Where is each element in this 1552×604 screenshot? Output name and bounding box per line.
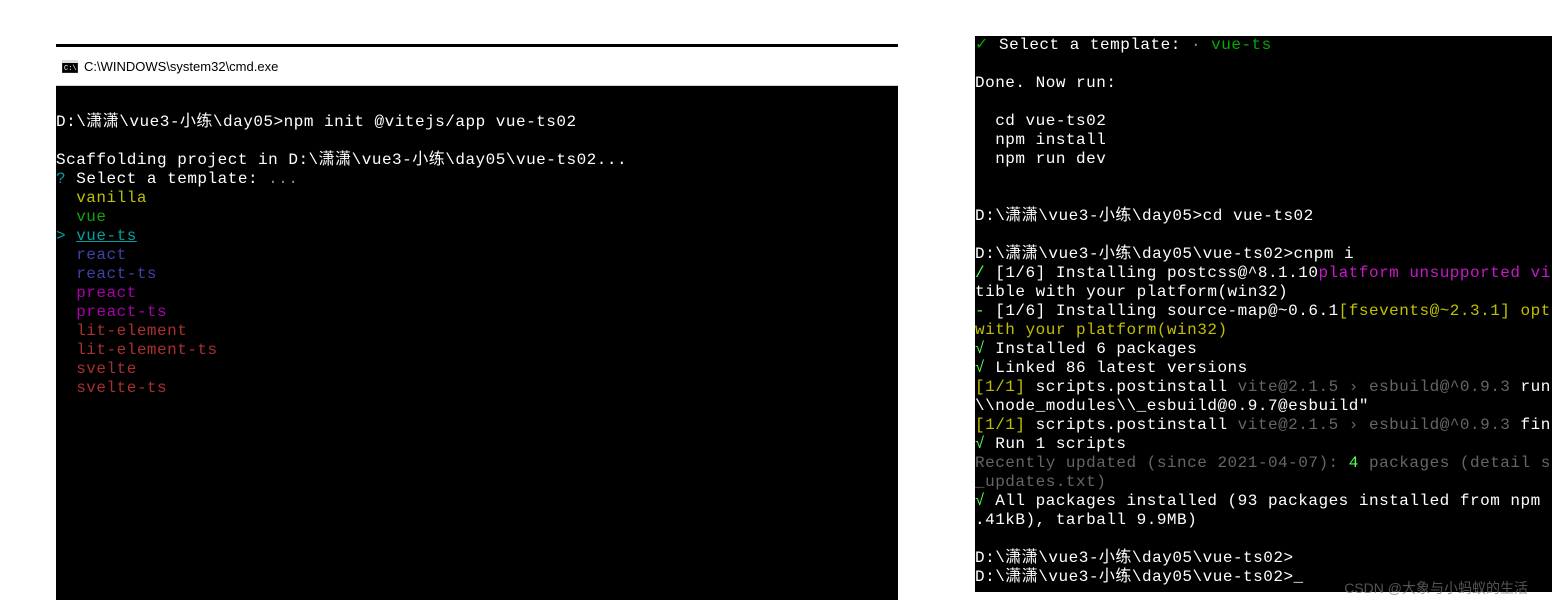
prompt3-cmd: cnpm i [1294,245,1355,263]
script-run1: run [1510,378,1550,396]
option-preact-ts[interactable]: preact-ts [56,303,167,321]
check-icon: √ [975,492,985,510]
blank-line [975,226,985,244]
top-select-value: vue-ts [1211,36,1272,54]
cmd-window-right: ✓ Select a template: · vue-ts Done. Now … [975,36,1552,592]
blank-line [975,188,985,206]
fsevents-warn2: with your platform(win32) [975,321,1228,339]
titlebar[interactable]: C:\ C:\WINDOWS\system32\cmd.exe [56,47,898,86]
script-fin2: fin [1510,416,1550,434]
prompt-path: D:\潇潇\vue3-小练\day05> [56,113,284,131]
script-name1: scripts.postinstall [1026,378,1238,396]
option-svelte[interactable]: svelte [56,360,137,378]
blank-line [975,530,985,548]
option-lit[interactable]: lit-element [56,322,187,340]
blank-line [975,55,985,73]
cursor: _ [1294,568,1304,586]
all-packages: All packages installed (93 packages inst… [985,492,1541,510]
prompt-cmd: npm init @vitejs/app vue-ts02 [284,113,577,131]
blank-line [56,132,66,150]
script-name2: scripts.postinstall [1026,416,1238,434]
nodemod-path: \\node_modules\\_esbuild@0.9.7@esbuild" [975,397,1369,415]
option-vanilla[interactable]: vanilla [56,189,147,207]
rundev-line: npm run dev [975,150,1106,168]
cd-line: cd vue-ts02 [975,112,1106,130]
recent-e: _updates.txt) [975,473,1106,491]
script-count2: [1/1] [975,416,1026,434]
tarball-size: .41kB), tarball 9.9MB) [975,511,1197,529]
blank-line [56,94,66,112]
option-vue-ts[interactable]: vue-ts [76,227,137,245]
fsevents-warn: [fsevents@~2.3.1] opt [1339,302,1551,320]
terminal-body-right[interactable]: ✓ Select a template: · vue-ts Done. Now … [975,36,1552,592]
prompt2-cmd: cd vue-ts02 [1203,207,1314,225]
platform-warn1b: tible with your platform(win32) [975,283,1288,301]
script-pkg1: vite@2.1.5 › esbuild@^0.9.3 [1238,378,1511,396]
prompt4: D:\潇潇\vue3-小练\day05\vue-ts02> [975,549,1294,567]
installed6: Installed 6 packages [985,340,1197,358]
spinner2: - [975,302,985,320]
install-step1: [1/6] Installing postcss@^8.1.10 [985,264,1318,282]
question-mark: ? [56,170,66,188]
option-vue[interactable]: vue [56,208,107,226]
check-icon: √ [975,435,985,453]
select-label: Select a template: [66,170,268,188]
option-selected-marker: > [56,227,76,245]
top-select-label: Select a template: [989,36,1191,54]
select-ellipsis: ... [268,170,298,188]
run1-scripts: Run 1 scripts [985,435,1126,453]
script-count1: [1/1] [975,378,1026,396]
recent-c: packages [1359,454,1450,472]
prompt3-path: D:\潇潇\vue3-小练\day05\vue-ts02> [975,245,1294,263]
terminal-body-left[interactable]: D:\潇潇\vue3-小练\day05>npm init @vitejs/app… [56,86,898,600]
cmd-icon: C:\ [62,58,78,74]
recent-d: (detail s [1450,454,1551,472]
blank-line [975,169,985,187]
install-line: npm install [975,131,1106,149]
titlebar-title: C:\WINDOWS\system32\cmd.exe [84,59,278,74]
blank-line [975,93,985,111]
recent-a: Recently updated (since 2021-04-07): [975,454,1349,472]
linked86: Linked 86 latest versions [985,359,1248,377]
prompt2-path: D:\潇潇\vue3-小练\day05> [975,207,1203,225]
platform-warn1: platform unsupported vi [1318,264,1550,282]
option-svelte-ts[interactable]: svelte-ts [56,379,167,397]
option-react-ts[interactable]: react-ts [56,265,157,283]
recent-count: 4 [1349,454,1359,472]
check-icon: √ [975,340,985,358]
prompt5: D:\潇潇\vue3-小练\day05\vue-ts02> [975,568,1294,586]
done-line: Done. Now run: [975,74,1116,92]
install-step2: [1/6] Installing source-map@~0.6.1 [985,302,1339,320]
top-dot: · [1191,36,1211,54]
check-icon: √ [975,359,985,377]
svg-text:C:\: C:\ [64,65,77,73]
scaffold-line: Scaffolding project in D:\潇潇\vue3-小练\day… [56,151,627,169]
option-react[interactable]: react [56,246,127,264]
top-check: ✓ [975,36,989,54]
cmd-window-left: C:\ C:\WINDOWS\system32\cmd.exe D:\潇潇\vu… [56,44,898,600]
script-pkg2: vite@2.1.5 › esbuild@^0.9.3 [1238,416,1511,434]
option-preact[interactable]: preact [56,284,137,302]
option-lit-ts[interactable]: lit-element-ts [56,341,218,359]
spinner1: / [975,264,985,282]
